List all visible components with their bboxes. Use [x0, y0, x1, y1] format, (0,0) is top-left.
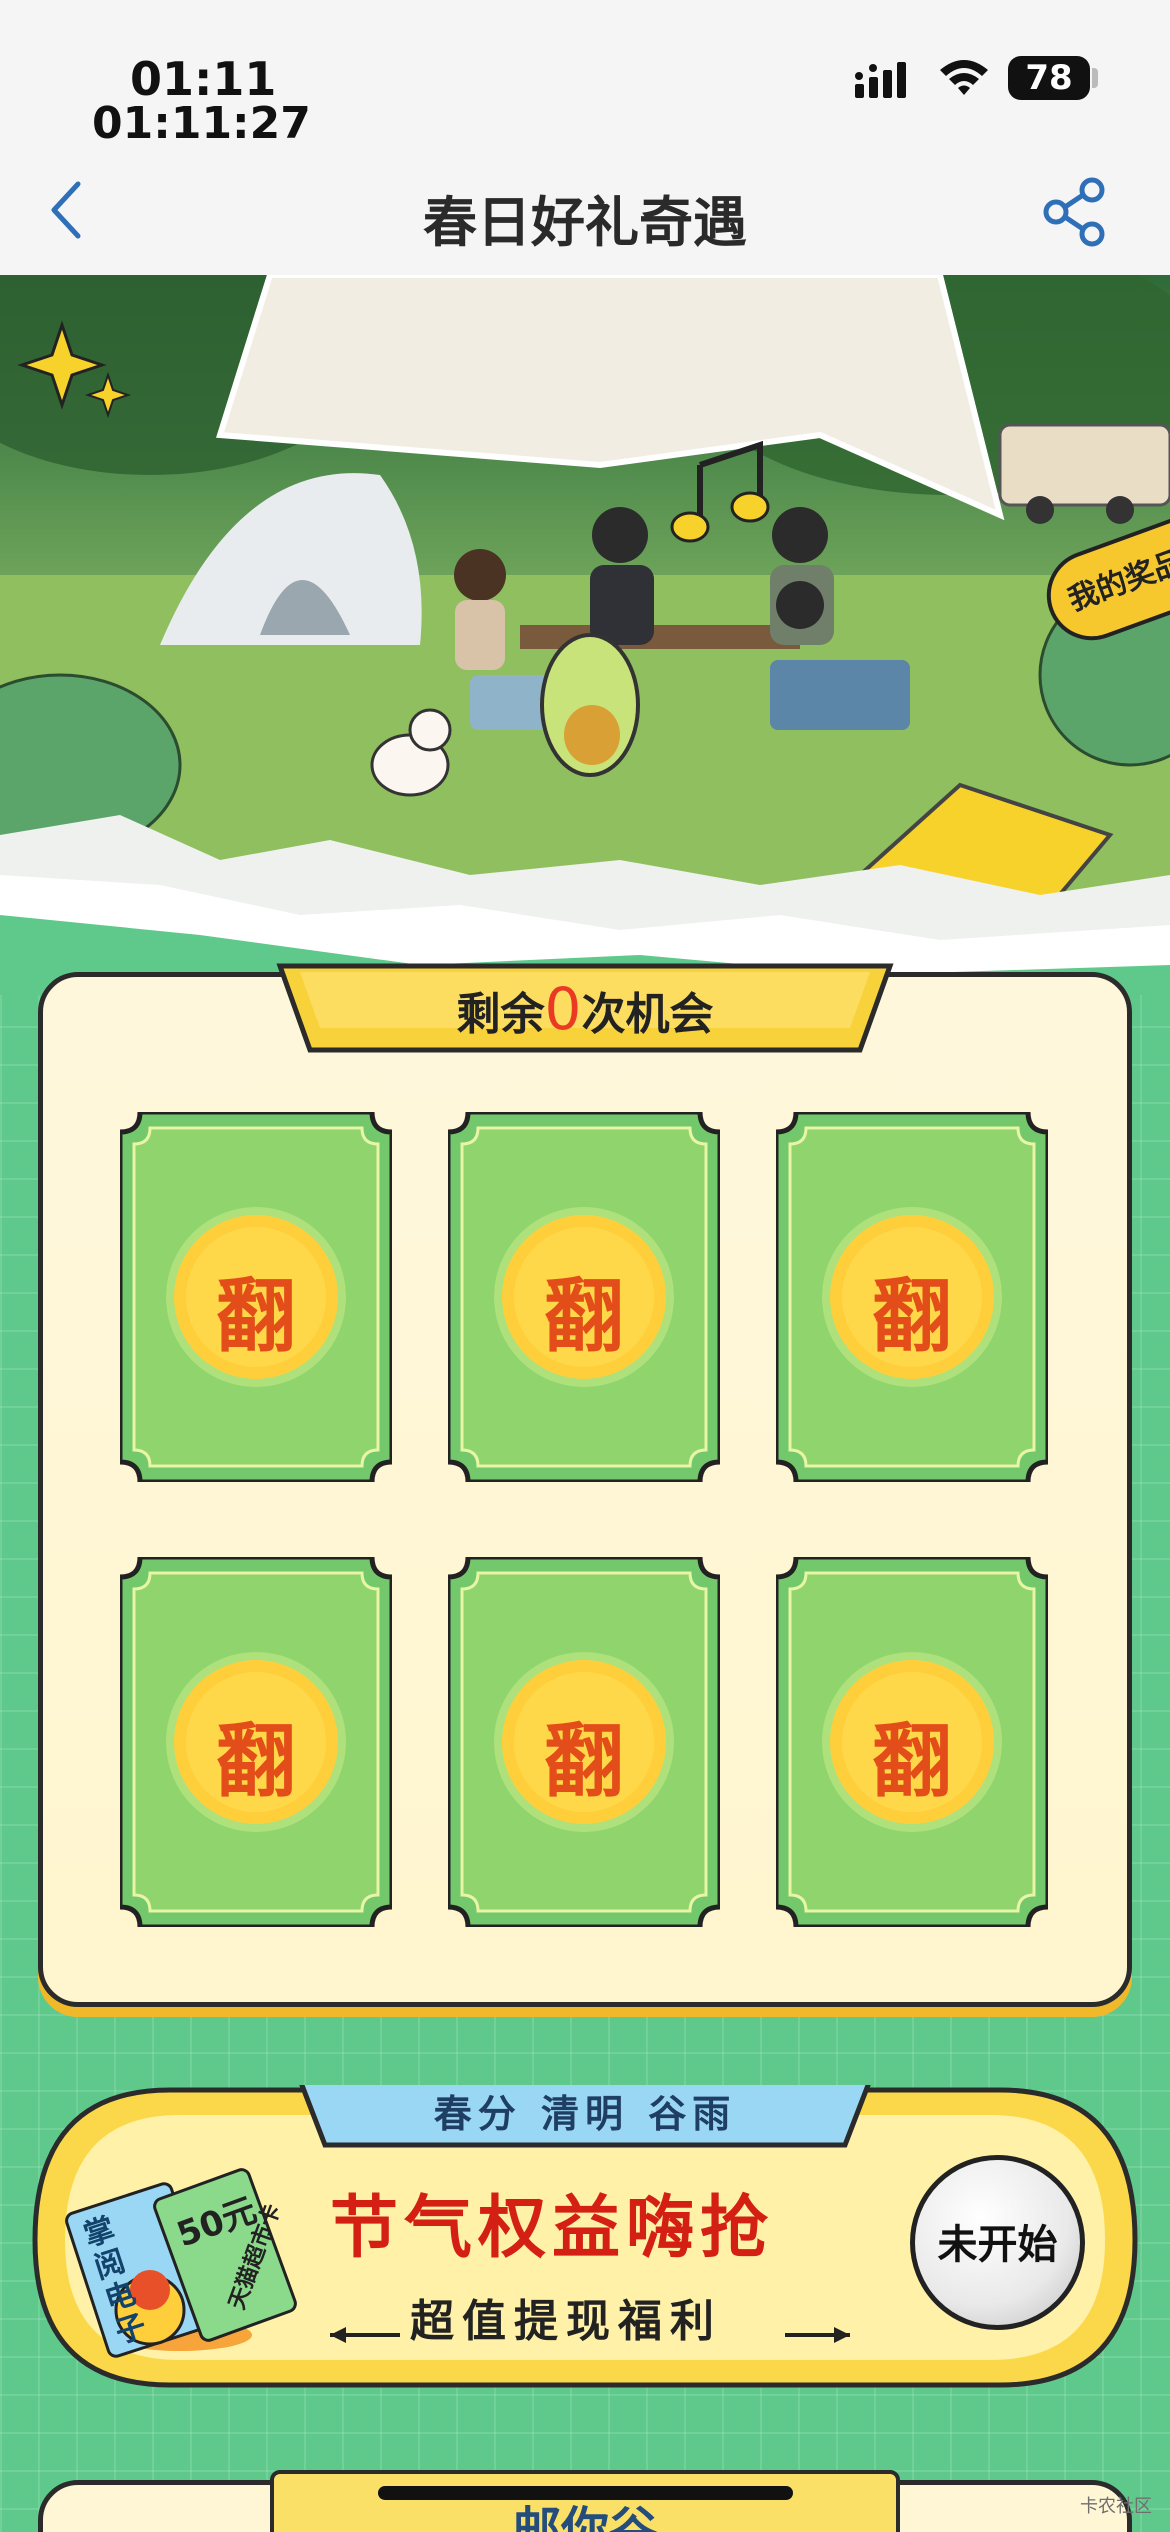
flip-card-label: 翻 — [544, 1270, 624, 1363]
share-icon[interactable] — [1040, 172, 1110, 252]
chances-prefix: 剩余 — [456, 989, 545, 1040]
chances-suffix: 次机会 — [581, 989, 714, 1040]
chances-text: 剩余0次机会 — [270, 975, 900, 1043]
signal-icon — [855, 62, 906, 98]
flip-card[interactable]: 翻 — [776, 1557, 1048, 1927]
battery-tip — [1092, 68, 1098, 88]
flip-card[interactable]: 翻 — [448, 1112, 720, 1482]
nav-bar: 春日好礼奇遇 — [0, 150, 1170, 275]
home-indicator[interactable] — [378, 2486, 793, 2500]
watermark-text: 卡农社区 — [1080, 2496, 1152, 2517]
festival-title: 节气权益嗨抢 — [330, 2189, 775, 2268]
flip-card[interactable]: 翻 — [120, 1557, 392, 1927]
flip-card-label: 翻 — [872, 1715, 952, 1808]
flip-card[interactable]: 翻 — [120, 1112, 392, 1482]
hero-illustration: 我的奖品 — [0, 275, 1170, 995]
battery-icon: 78 — [1008, 56, 1090, 100]
camping-scene-image — [0, 275, 1170, 995]
app-screen: 01:11 01:11:27 78 春日好礼奇遇 我的奖品 剩余0次机会 翻 翻… — [0, 0, 1170, 2532]
flip-card-label: 翻 — [872, 1270, 952, 1363]
flip-card[interactable]: 翻 — [448, 1557, 720, 1927]
not-started-label: 未开始 — [937, 2222, 1058, 2268]
festival-tag: 春分 清明 谷雨 — [433, 2092, 737, 2136]
flip-card-label: 翻 — [544, 1715, 624, 1808]
status-time-seconds: 01:11:27 — [92, 98, 311, 149]
status-bar: 01:11 01:11:27 78 — [0, 0, 1170, 150]
flip-card[interactable]: 翻 — [776, 1112, 1048, 1482]
chances-count: 0 — [544, 975, 582, 1043]
not-started-button[interactable]: 未开始 — [910, 2155, 1085, 2330]
festival-subtitle: 超值提现福利 — [410, 2296, 722, 2347]
flip-card-label: 翻 — [216, 1270, 296, 1363]
flip-card-label: 翻 — [216, 1715, 296, 1808]
wifi-icon — [940, 60, 988, 95]
page-title: 春日好礼奇遇 — [423, 191, 747, 254]
